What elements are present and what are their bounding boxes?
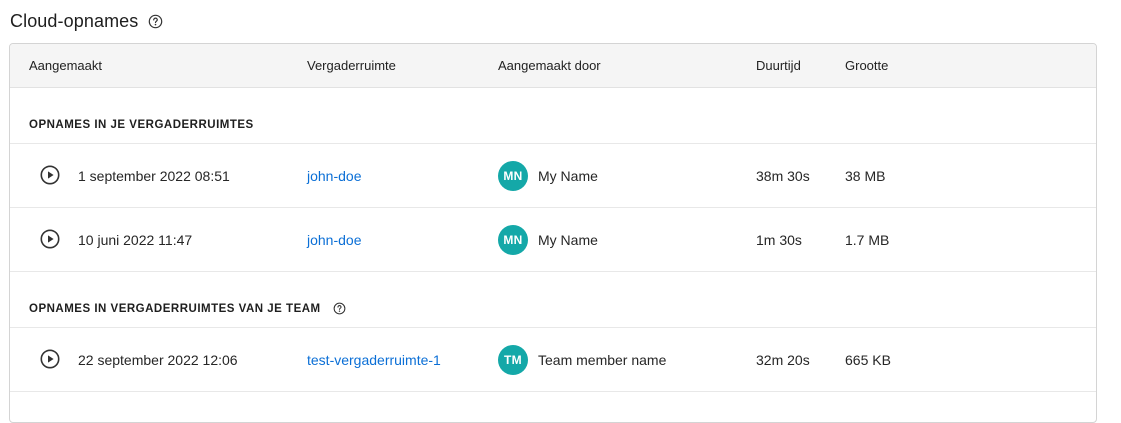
table-row[interactable]: 10 juni 2022 11:47 john-doe MN My Name 1… xyxy=(10,208,1096,272)
creator: MN My Name xyxy=(498,208,598,271)
page-title: Cloud-opnames xyxy=(10,10,139,31)
column-header-room[interactable]: Vergaderruimte xyxy=(307,44,396,88)
table-row[interactable]: 1 september 2022 08:51 john-doe MN My Na… xyxy=(10,144,1096,208)
recordings-table: Aangemaakt Vergaderruimte Aangemaakt doo… xyxy=(9,43,1097,423)
play-icon[interactable] xyxy=(40,349,60,369)
room-link[interactable]: john-doe xyxy=(307,144,362,207)
table-row[interactable]: 22 september 2022 12:06 test-vergaderrui… xyxy=(10,328,1096,392)
avatar: MN xyxy=(498,160,528,191)
section-label: OPNAMES IN JE VERGADERRUIMTES xyxy=(29,119,254,131)
column-header-duration[interactable]: Duurtijd xyxy=(756,44,801,88)
duration: 38m 30s xyxy=(756,167,810,184)
avatar: TM xyxy=(498,344,528,375)
section-own-rooms: OPNAMES IN JE VERGADERRUIMTES xyxy=(10,88,1096,144)
file-size: 1.7 MB xyxy=(845,231,890,248)
column-header-created[interactable]: Aangemaakt xyxy=(29,44,102,88)
column-header-created-by[interactable]: Aangemaakt door xyxy=(498,44,601,88)
creator-name: Team member name xyxy=(538,351,667,368)
file-size: 665 KB xyxy=(845,351,891,368)
creator: TM Team member name xyxy=(498,328,666,391)
recording-date: 22 september 2022 12:06 xyxy=(78,351,238,368)
section-label: OPNAMES IN VERGADERRUIMTES VAN JE TEAM xyxy=(29,302,346,315)
question-circle-icon[interactable] xyxy=(148,14,163,29)
column-header-size[interactable]: Grootte xyxy=(845,44,888,88)
question-circle-icon[interactable] xyxy=(333,302,346,315)
recording-date: 1 september 2022 08:51 xyxy=(78,167,230,184)
duration: 32m 20s xyxy=(756,351,810,368)
room-link[interactable]: john-doe xyxy=(307,208,362,271)
avatar: MN xyxy=(498,224,528,255)
page-header: Cloud-opnames xyxy=(10,9,163,33)
room-link[interactable]: test-vergaderruimte-1 xyxy=(307,328,441,391)
creator: MN My Name xyxy=(498,144,598,207)
file-size: 38 MB xyxy=(845,167,886,184)
play-icon[interactable] xyxy=(40,165,60,185)
recording-date: 10 juni 2022 11:47 xyxy=(78,231,193,248)
creator-name: My Name xyxy=(538,231,598,248)
section-team-rooms: OPNAMES IN VERGADERRUIMTES VAN JE TEAM xyxy=(10,272,1096,328)
play-icon[interactable] xyxy=(40,229,60,249)
creator-name: My Name xyxy=(538,167,598,184)
duration: 1m 30s xyxy=(756,231,802,248)
table-header: Aangemaakt Vergaderruimte Aangemaakt doo… xyxy=(10,44,1096,88)
